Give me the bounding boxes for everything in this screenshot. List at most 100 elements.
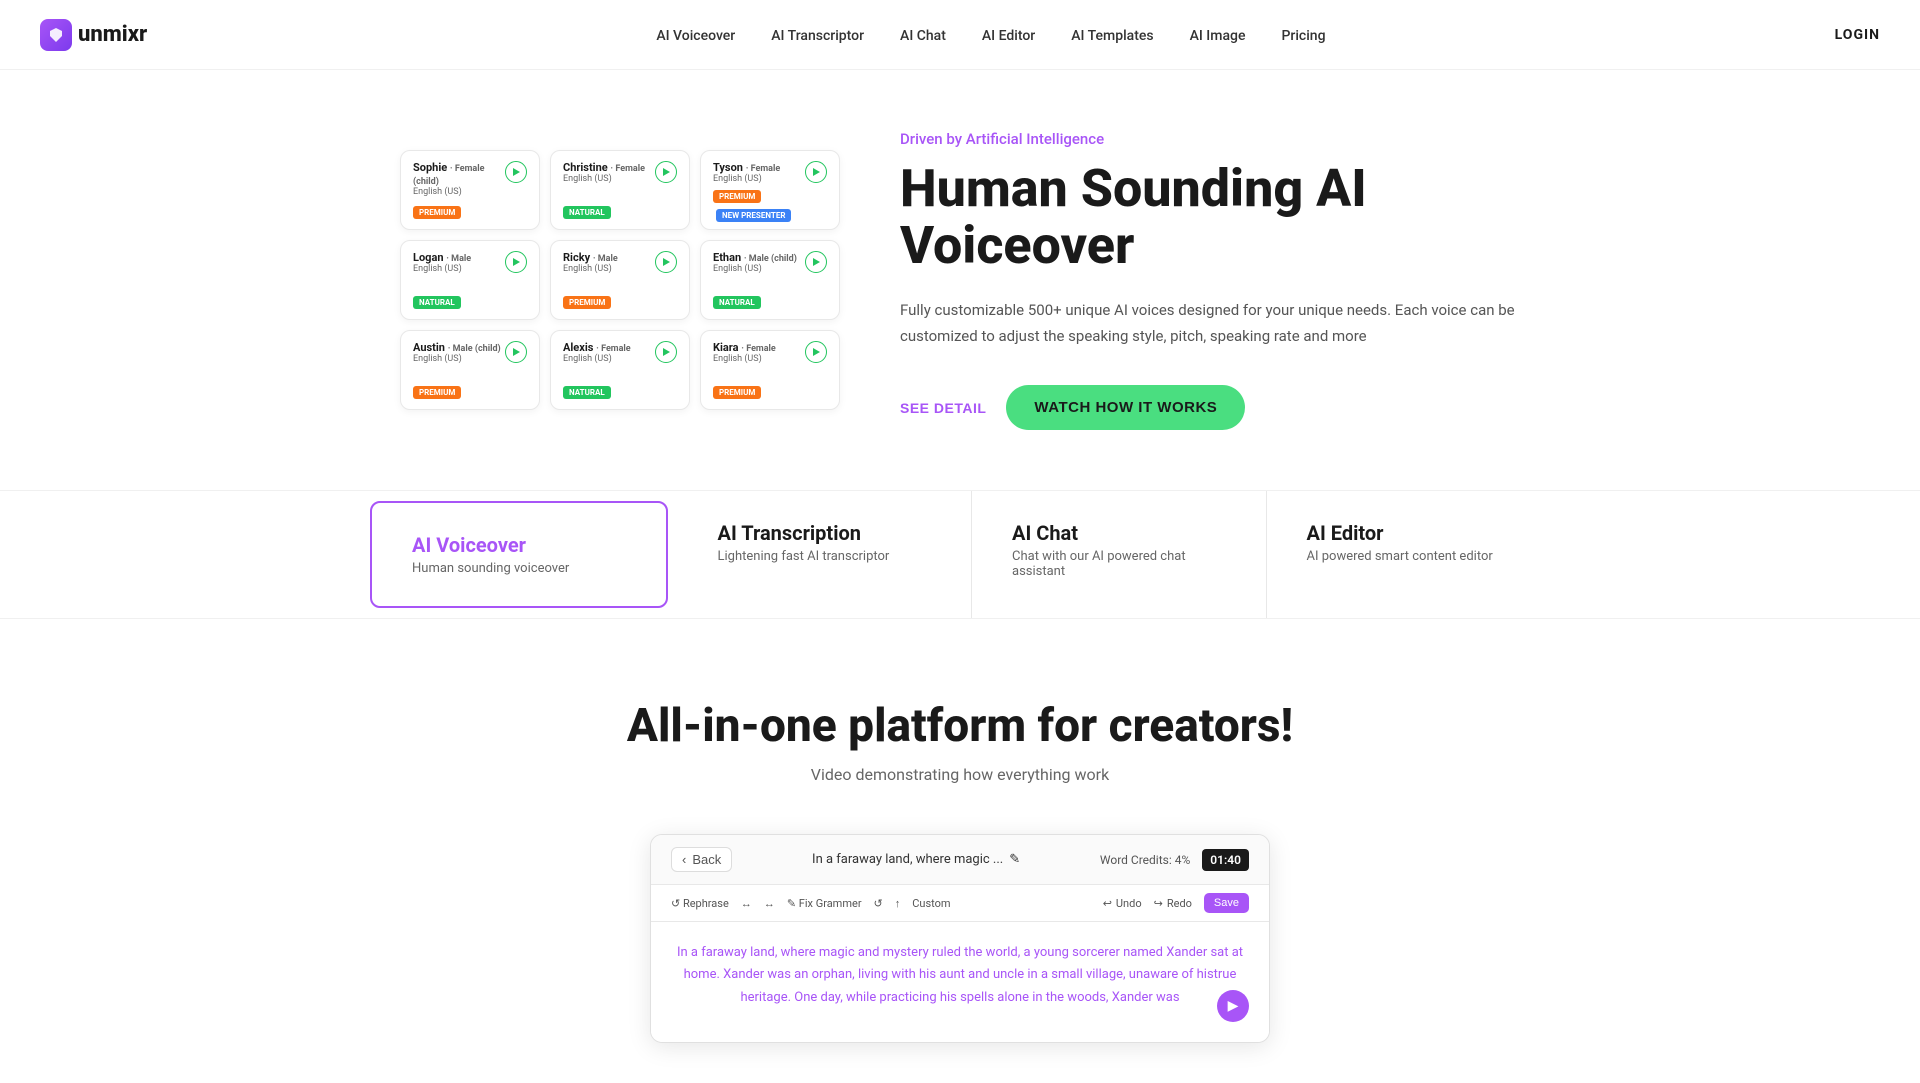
voice-card-top: Ricky · Male English (US)	[563, 251, 677, 274]
toolbar-fix-grammer[interactable]: ✎ Fix Grammer	[787, 897, 862, 910]
voice-info: Alexis · Female English (US)	[563, 341, 631, 364]
hero-subtitle: Driven by Artificial Intelligence	[900, 130, 1520, 148]
nav-item-image[interactable]: AI Image	[1176, 25, 1260, 44]
nav-item-templates[interactable]: AI Templates	[1057, 25, 1167, 44]
nav-link-editor[interactable]: AI Editor	[968, 20, 1049, 52]
play-button[interactable]	[505, 341, 527, 363]
nav-link-chat[interactable]: AI Chat	[886, 20, 960, 52]
voice-lang: English (US)	[713, 174, 780, 184]
voice-card-top: Tyson · Female English (US)	[713, 161, 827, 184]
platform-title: All-in-one platform for creators!	[40, 699, 1880, 753]
vm-right-controls: Word Credits: 4% 01:40	[1100, 849, 1249, 871]
play-button[interactable]	[805, 161, 827, 183]
vm-back-label: Back	[692, 852, 721, 867]
save-button[interactable]: Save	[1204, 893, 1249, 913]
voice-card-kiara: Kiara · Female English (US) PREMIUM	[700, 330, 840, 410]
feature-tab-desc: Human sounding voiceover	[412, 561, 626, 576]
voice-name: Ethan · Male (child)	[713, 251, 797, 264]
redo-button[interactable]: ↪ Redo	[1154, 897, 1192, 910]
play-button[interactable]	[655, 341, 677, 363]
platform-subtitle: Video demonstrating how everything work	[40, 765, 1880, 784]
nav-item-chat[interactable]: AI Chat	[886, 25, 960, 44]
nav-item-editor[interactable]: AI Editor	[968, 25, 1049, 44]
voice-info: Christine · Female English (US)	[563, 161, 645, 184]
play-button[interactable]	[805, 341, 827, 363]
voice-lang: English (US)	[563, 264, 618, 274]
voice-gender-age: · Female	[596, 344, 631, 354]
video-mockup: ‹ Back In a faraway land, where magic ..…	[650, 834, 1270, 1043]
voice-gender-age: · Male (child)	[744, 254, 797, 264]
feature-tab-title: AI Transcription	[718, 521, 932, 545]
vm-float-action-button[interactable]: ▶	[1217, 990, 1249, 1022]
nav-link-transcriptor[interactable]: AI Transcriptor	[757, 20, 878, 52]
feature-tab-voiceover[interactable]: AI Voiceover Human sounding voiceover	[370, 501, 668, 608]
voice-name: Kiara · Female	[713, 341, 776, 354]
feature-tab-transcription[interactable]: AI Transcription Lightening fast AI tran…	[678, 491, 973, 618]
feature-tab-title: AI Editor	[1307, 521, 1521, 545]
see-detail-button[interactable]: SEE DETAIL	[900, 400, 986, 416]
voice-lang: English (US)	[563, 174, 645, 184]
voice-badge-primary: NATURAL	[563, 386, 611, 399]
nav-link-voiceover[interactable]: AI Voiceover	[642, 20, 749, 52]
voice-lang: English (US)	[713, 354, 776, 364]
vm-word-credits: Word Credits: 4%	[1100, 853, 1190, 867]
play-button[interactable]	[505, 161, 527, 183]
toolbar-custom[interactable]: Custom	[912, 897, 950, 910]
nav-link-pricing[interactable]: Pricing	[1267, 20, 1339, 52]
video-mockup-header: ‹ Back In a faraway land, where magic ..…	[651, 835, 1269, 885]
voice-gender-age: · Female (child)	[413, 164, 484, 187]
voice-name: Logan · Male	[413, 251, 471, 264]
voice-card-ethan: Ethan · Male (child) English (US) NATURA…	[700, 240, 840, 320]
nav-item-pricing[interactable]: Pricing	[1267, 25, 1339, 44]
nav-item-transcriptor[interactable]: AI Transcriptor	[757, 25, 878, 44]
nav-link-templates[interactable]: AI Templates	[1057, 20, 1167, 52]
voice-name: Alexis · Female	[563, 341, 631, 354]
voice-badge-primary: PREMIUM	[413, 386, 461, 399]
vm-back-button[interactable]: ‹ Back	[671, 847, 732, 872]
login-button[interactable]: LOGIN	[1835, 27, 1880, 43]
play-button[interactable]	[805, 251, 827, 273]
toolbar-shrink[interactable]: ↔	[741, 897, 752, 910]
vm-title-text: In a faraway land, where magic ...	[812, 852, 1003, 867]
voice-card-top: Alexis · Female English (US)	[563, 341, 677, 364]
voice-lang: English (US)	[413, 354, 501, 364]
voice-badges: PREMIUM	[563, 290, 677, 309]
toolbar-expand[interactable]: ↔	[764, 897, 775, 910]
watch-button[interactable]: WATCH HOW IT WORKS	[1006, 385, 1245, 430]
hero-description: Fully customizable 500+ unique AI voices…	[900, 298, 1520, 349]
hero-section: Sophie · Female (child) English (US) PRE…	[260, 70, 1660, 490]
nav-item-voiceover[interactable]: AI Voiceover	[642, 25, 749, 44]
voice-card-alexis: Alexis · Female English (US) NATURAL	[550, 330, 690, 410]
hero-text: Driven by Artificial Intelligence Human …	[900, 130, 1520, 430]
undo-button[interactable]: ↩ Undo	[1103, 897, 1142, 910]
nav-link-image[interactable]: AI Image	[1176, 20, 1260, 52]
play-button[interactable]	[655, 161, 677, 183]
feature-tab-chat[interactable]: AI Chat Chat with our AI powered chat as…	[972, 491, 1267, 618]
toolbar-rephrase[interactable]: ↺ Rephrase	[671, 897, 729, 910]
voice-badge-primary: NATURAL	[563, 206, 611, 219]
play-button[interactable]	[505, 251, 527, 273]
toolbar-reload[interactable]: ↺	[874, 897, 883, 910]
feature-tab-editor[interactable]: AI Editor AI powered smart content edito…	[1267, 491, 1561, 618]
logo[interactable]: unmixr	[40, 19, 147, 51]
feature-tab-title: AI Voiceover	[412, 533, 626, 557]
logo-text: unmixr	[78, 22, 147, 47]
edit-icon[interactable]: ✎	[1009, 852, 1020, 867]
voice-badges: PREMIUM	[713, 380, 827, 399]
voice-card-logan: Logan · Male English (US) NATURAL	[400, 240, 540, 320]
voice-badges: NATURAL	[713, 290, 827, 309]
voice-lang: English (US)	[413, 187, 505, 197]
platform-section: All-in-one platform for creators! Video …	[0, 619, 1920, 1083]
toolbar-up[interactable]: ↑	[895, 897, 901, 910]
voice-info: Ethan · Male (child) English (US)	[713, 251, 797, 274]
voice-gender-age: · Male (child)	[448, 344, 501, 354]
vm-toolbar: ↺ Rephrase ↔ ↔ ✎ Fix Grammer ↺ ↑ Custom …	[651, 885, 1269, 922]
voice-cards-grid: Sophie · Female (child) English (US) PRE…	[400, 150, 840, 410]
voice-name: Sophie · Female (child)	[413, 161, 505, 187]
navbar: unmixr AI Voiceover AI Transcriptor AI C…	[0, 0, 1920, 70]
voice-badges: PREMIUM	[413, 200, 527, 219]
feature-tab-title: AI Chat	[1012, 521, 1226, 545]
voice-badges: NATURAL	[563, 380, 677, 399]
voice-card-top: Ethan · Male (child) English (US)	[713, 251, 827, 274]
play-button[interactable]	[655, 251, 677, 273]
